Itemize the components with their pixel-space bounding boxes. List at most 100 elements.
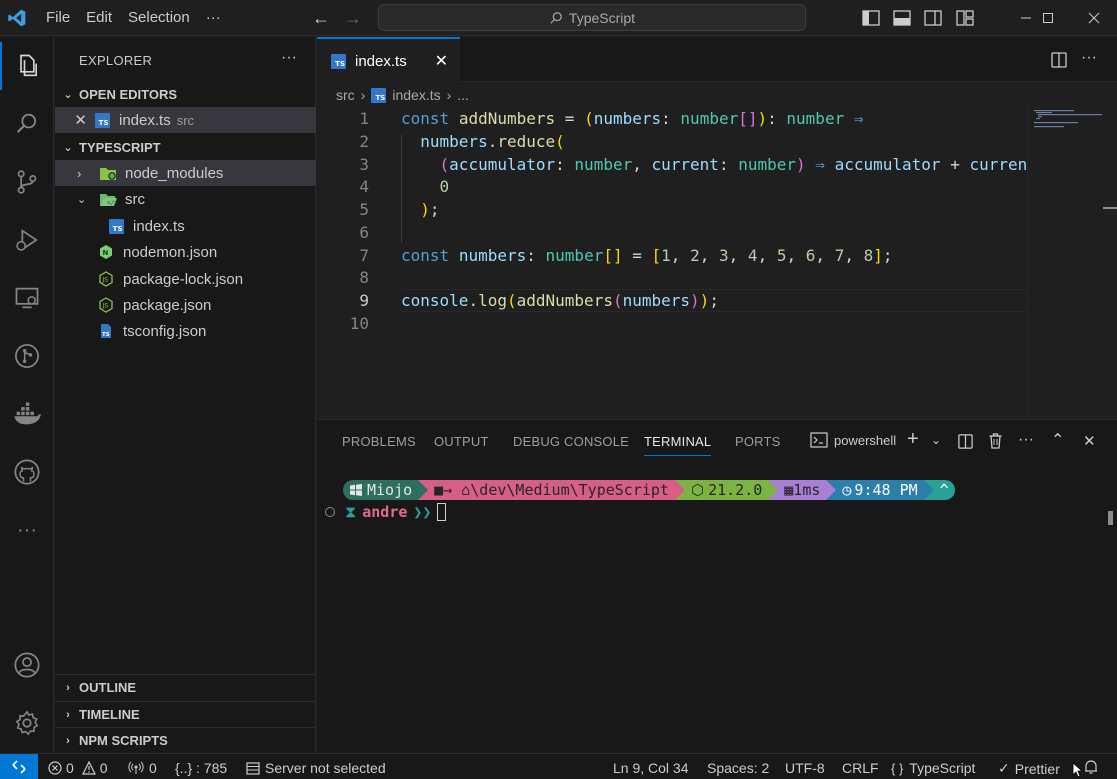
- notifications-bell-icon[interactable]: [1083, 759, 1099, 775]
- code-line: 0: [439, 177, 450, 196]
- terminal-shell-selector[interactable]: powershell: [810, 432, 896, 448]
- remote-explorer-icon[interactable]: [0, 274, 54, 322]
- breadcrumb-more[interactable]: ...: [457, 87, 469, 103]
- breadcrumb-file[interactable]: index.ts: [392, 87, 440, 103]
- editor-area: TS index.ts ✕ ··· src › TS index.ts › ..…: [317, 37, 1117, 419]
- tab-output[interactable]: OUTPUT: [434, 434, 489, 449]
- back-arrow-icon[interactable]: ←: [306, 8, 336, 29]
- mouse-pointer-icon: [1072, 762, 1082, 778]
- eol-indicator[interactable]: CRLF: [842, 760, 879, 776]
- command-decoration-icon[interactable]: [325, 507, 335, 517]
- project-header[interactable]: ⌄ TYPESCRIPT: [55, 134, 316, 160]
- activity-bar: ···: [0, 37, 54, 753]
- maximize-panel-chevron-up-icon[interactable]: ⌃: [1051, 430, 1064, 450]
- tree-item-package-lock[interactable]: JS package-lock.json: [55, 266, 316, 292]
- maximize-icon[interactable]: [1025, 0, 1071, 36]
- editor-more-actions[interactable]: ···: [1081, 49, 1097, 67]
- tree-item-index-ts[interactable]: TS index.ts: [55, 213, 316, 239]
- prompt-time: 9:48 PM: [854, 481, 918, 499]
- npm-scripts-header[interactable]: › NPM SCRIPTS: [55, 727, 316, 753]
- open-editors-header[interactable]: ⌄ OPEN EDITORS: [55, 81, 316, 107]
- tab-index-ts[interactable]: TS index.ts ✕: [317, 37, 460, 83]
- close-tab-icon[interactable]: ✕: [435, 51, 448, 71]
- kill-terminal-trash-icon[interactable]: [987, 432, 1004, 450]
- svg-text:</>: </>: [107, 199, 117, 206]
- line-number: 6: [359, 223, 369, 242]
- toggle-primary-sidebar-icon[interactable]: [861, 8, 881, 28]
- search-icon[interactable]: [0, 100, 54, 148]
- close-editor-icon[interactable]: ✕: [55, 111, 93, 129]
- minimap[interactable]: [1027, 107, 1117, 419]
- chevron-right-icon: ›: [66, 734, 70, 747]
- code-editor[interactable]: 1 2 3 4 5 6 7 8 9 10 const addNumbers = …: [317, 107, 1027, 407]
- prompt-path: → ⌂\dev\Medium\TypeScript: [443, 481, 669, 499]
- terminal-input-line[interactable]: ⧗ andre ❯❯: [325, 502, 447, 522]
- split-terminal-icon[interactable]: [957, 433, 974, 450]
- terminal-scrollbar[interactable]: [1108, 511, 1113, 525]
- new-terminal-plus-icon[interactable]: +: [907, 428, 919, 451]
- line-number: 7: [359, 246, 369, 265]
- chevron-right-icon: ›: [360, 87, 366, 103]
- tree-item-nodemon[interactable]: N nodemon.json: [55, 239, 316, 265]
- stopwatch-icon: ▦: [784, 481, 794, 499]
- tree-item-node-modules[interactable]: › node_modules: [55, 160, 316, 186]
- accounts-icon[interactable]: [0, 641, 54, 689]
- chevron-down-icon[interactable]: ⌄: [931, 433, 941, 447]
- menu-file[interactable]: File: [38, 0, 78, 36]
- language-mode[interactable]: { } TypeScript: [891, 760, 975, 776]
- language-text: TypeScript: [909, 760, 976, 776]
- tree-item-label: index.ts: [133, 217, 185, 235]
- terminal-icon: [810, 432, 828, 448]
- json-indicator[interactable]: {..} : 785: [175, 760, 227, 776]
- problems-indicator[interactable]: 0 0: [48, 760, 108, 776]
- breadcrumb-src[interactable]: src: [336, 87, 355, 103]
- open-editor-item[interactable]: ✕ TS index.ts src: [55, 107, 316, 133]
- tree-item-tsconfig[interactable]: TS tsconfig.json: [55, 318, 316, 344]
- close-window-icon[interactable]: [1071, 0, 1117, 36]
- code-line: const addNumbers = (numbers: number[]): …: [401, 109, 864, 128]
- customize-layout-icon[interactable]: [955, 8, 975, 28]
- indentation-indicator[interactable]: Spaces: 2: [707, 760, 769, 776]
- tab-problems[interactable]: PROBLEMS: [342, 434, 416, 449]
- timeline-header[interactable]: › TIMELINE: [55, 701, 316, 727]
- encoding-indicator[interactable]: UTF-8: [785, 760, 825, 776]
- explorer-more-actions[interactable]: ···: [281, 49, 297, 67]
- terminal-cursor: [437, 503, 447, 521]
- tree-item-src[interactable]: ⌄ </> src: [55, 186, 316, 212]
- prompt-duration-segment: ▦ 1ms: [778, 480, 827, 500]
- docker-icon[interactable]: [0, 390, 54, 438]
- panel-more-actions[interactable]: ···: [1018, 431, 1034, 449]
- toggle-panel-icon[interactable]: [892, 8, 912, 28]
- split-editor-icon[interactable]: [1050, 51, 1068, 69]
- cursor-position[interactable]: Ln 9, Col 34: [613, 760, 689, 776]
- menu-selection[interactable]: Selection: [120, 0, 198, 36]
- code-line: (accumulator: number, current: number) ⇒…: [439, 155, 1027, 174]
- git-graph-icon[interactable]: [0, 332, 54, 380]
- tab-terminal[interactable]: TERMINAL: [644, 434, 712, 456]
- svg-text:JS: JS: [102, 277, 109, 284]
- server-indicator[interactable]: Server not selected: [246, 760, 386, 776]
- ports-indicator[interactable]: 0: [128, 760, 157, 776]
- remote-indicator-icon[interactable]: [0, 753, 38, 779]
- outline-header[interactable]: › OUTLINE: [55, 674, 316, 700]
- warning-count: 0: [99, 760, 108, 776]
- tree-item-package-json[interactable]: JS package.json: [55, 292, 316, 318]
- lightning-icon: ⧗: [345, 502, 357, 521]
- github-icon[interactable]: [0, 448, 54, 496]
- run-debug-icon[interactable]: [0, 216, 54, 264]
- settings-gear-icon[interactable]: [0, 699, 54, 747]
- close-panel-icon[interactable]: ✕: [1083, 432, 1096, 450]
- tab-debug-console[interactable]: DEBUG CONSOLE: [513, 434, 629, 449]
- tab-ports[interactable]: PORTS: [735, 434, 781, 449]
- menu-more[interactable]: ···: [198, 0, 229, 36]
- menu-edit[interactable]: Edit: [78, 0, 120, 36]
- explorer-icon[interactable]: [0, 42, 54, 90]
- forward-arrow-icon[interactable]: →: [338, 8, 368, 29]
- prettier-text: Prettier: [1014, 760, 1060, 777]
- toggle-secondary-sidebar-icon[interactable]: [923, 8, 943, 28]
- more-views-icon[interactable]: ···: [0, 506, 54, 554]
- prettier-indicator[interactable]: ✓ Prettier: [998, 760, 1060, 777]
- open-editor-desc: src: [176, 112, 195, 128]
- source-control-icon[interactable]: [0, 158, 54, 206]
- command-center-search[interactable]: TypeScript: [378, 4, 806, 31]
